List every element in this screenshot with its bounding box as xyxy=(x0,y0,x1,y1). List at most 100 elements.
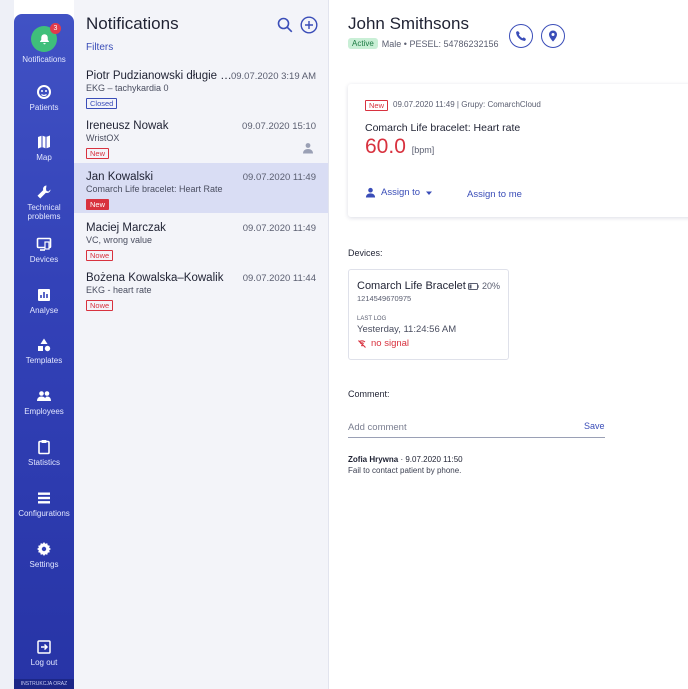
sidebar: 3 Notifications Patients Map Technical p… xyxy=(14,14,74,689)
sidebar-item-label: Settings xyxy=(29,560,59,569)
status-tag: New xyxy=(86,199,110,210)
notification-name: Piotr Pudzianowski długie n... xyxy=(86,70,236,82)
sidebar-item-technical-problems[interactable]: Technical problems xyxy=(14,184,74,221)
map-icon xyxy=(38,135,50,149)
filters-link[interactable]: Filters xyxy=(86,42,179,53)
no-signal-icon xyxy=(358,339,366,348)
sidebar-item-notifications[interactable]: 3 Notifications xyxy=(14,23,74,64)
sidebar-item-map[interactable]: Map xyxy=(14,134,74,162)
notification-desc: EKG – tachykardia 0 xyxy=(86,83,169,93)
sidebar-item-label: Notifications xyxy=(22,55,66,64)
status-tag: Closed xyxy=(86,98,118,109)
sidebar-item-settings[interactable]: Settings xyxy=(14,541,74,569)
signal-status: no signal xyxy=(357,338,409,349)
alert-card: New 09.07.2020 11:49 | Grupy: ComarchClo… xyxy=(348,84,688,217)
assigned-person-icon xyxy=(303,143,313,154)
search-icon[interactable] xyxy=(276,16,294,34)
save-comment-button[interactable]: Save xyxy=(584,421,605,431)
person-icon xyxy=(365,187,376,198)
sidebar-item-label: Technical problems xyxy=(27,203,61,221)
alert-value-number: 60.0 xyxy=(365,135,406,158)
sidebar-item-label: Analyse xyxy=(29,306,59,315)
alert-value: 60.0 [bpm] xyxy=(365,135,434,159)
patient-name: John Smithsons xyxy=(348,14,469,33)
sidebar-item-patients[interactable]: Patients xyxy=(14,84,74,112)
notification-name: Jan Kowalski xyxy=(86,171,154,183)
sidebar-item-templates[interactable]: Templates xyxy=(14,337,74,365)
employees-icon xyxy=(37,391,51,401)
location-button[interactable] xyxy=(541,24,565,48)
notification-detail-panel: John Smithsons Active Male • PESEL: 5478… xyxy=(330,0,688,689)
gear-icon xyxy=(37,542,51,556)
chevron-down-icon xyxy=(426,191,433,195)
alert-title: Comarch Life bracelet: Heart rate xyxy=(365,122,521,134)
list-icon xyxy=(38,492,50,504)
templates-icon xyxy=(38,338,51,352)
devices-icon xyxy=(36,237,52,251)
bell-icon: 3 xyxy=(31,23,61,52)
comment-text: Fail to contact patient by phone. xyxy=(348,466,462,475)
notification-name: Bożena Kowalska–Kowalik xyxy=(86,272,224,284)
assign-to-dropdown[interactable]: Assign to xyxy=(365,187,433,198)
notification-desc: EKG - heart rate xyxy=(86,285,152,295)
notification-time: 09.07.2020 11:49 xyxy=(242,172,316,183)
sidebar-item-employees[interactable]: Employees xyxy=(14,388,74,416)
devices-section-label: Devices: xyxy=(348,248,383,258)
device-card[interactable]: Comarch Life Bracelet 20% 1214549670975 … xyxy=(348,269,509,360)
notification-item[interactable]: Ireneusz Nowak WristOX New 09.07.2020 15… xyxy=(74,112,328,162)
notification-count-badge: 3 xyxy=(50,23,61,34)
logout-label: Log out xyxy=(30,658,58,667)
device-serial: 1214549670975 xyxy=(357,294,412,303)
status-tag: Nowe xyxy=(86,300,114,311)
notification-time: 09.07.2020 3:19 AM xyxy=(230,71,316,82)
comment-date: · 9.07.2020 11:50 xyxy=(400,455,463,464)
comment-input[interactable] xyxy=(348,418,605,438)
sidebar-item-analyse[interactable]: Analyse xyxy=(14,287,74,315)
sidebar-item-label: Templates xyxy=(25,356,63,365)
battery-indicator: 20% xyxy=(467,281,500,291)
notification-item[interactable]: Maciej Marczak VC, wrong value Nowe 09.0… xyxy=(74,214,328,264)
device-name: Comarch Life Bracelet xyxy=(357,280,466,292)
notification-item[interactable]: Bożena Kowalska–Kowalik EKG - heart rate… xyxy=(74,264,328,314)
add-icon[interactable] xyxy=(300,16,318,34)
status-tag: Nowe xyxy=(86,250,114,261)
analyse-icon xyxy=(38,289,50,301)
sidebar-item-label: Patients xyxy=(29,103,59,112)
patient-meta: Active Male • PESEL: 54786232156 xyxy=(348,38,499,49)
notification-item[interactable]: Piotr Pudzianowski długie n... EKG – tac… xyxy=(74,62,328,112)
page-title: Notifications xyxy=(86,14,179,33)
patients-icon xyxy=(37,85,51,99)
notification-item-selected[interactable]: Jan Kowalski Comarch Life bracelet: Hear… xyxy=(74,163,328,213)
sidebar-item-statistics[interactable]: Statistics xyxy=(14,439,74,467)
notification-name: Maciej Marczak xyxy=(86,222,166,234)
last-log-label: LAST LOG xyxy=(357,316,387,322)
notification-desc: VC, wrong value xyxy=(86,235,153,245)
logout-button[interactable]: Log out xyxy=(14,639,74,667)
notification-time: 09.07.2020 11:49 xyxy=(242,223,316,234)
location-pin-icon xyxy=(549,30,557,42)
page-background xyxy=(0,0,14,689)
assign-to-label: Assign to xyxy=(381,187,421,198)
patient-details: Male • PESEL: 54786232156 xyxy=(381,38,499,49)
signal-status-text: no signal xyxy=(371,338,410,349)
alert-meta-text: 09.07.2020 11:49 | Grupy: ComarchCloud xyxy=(393,100,541,109)
sidebar-footer-link[interactable]: INSTRUKCJA ORAZ xyxy=(14,679,74,689)
notification-time: 09.07.2020 11:44 xyxy=(242,273,316,284)
list-header-actions xyxy=(276,16,318,34)
sidebar-item-devices[interactable]: Devices xyxy=(14,236,74,264)
clipboard-icon xyxy=(38,440,50,455)
status-badge: Active xyxy=(348,38,378,49)
sidebar-item-label: Employees xyxy=(24,407,64,416)
sidebar-item-label: Devices xyxy=(29,255,59,264)
comment-author-line: Zofia Hrywna · 9.07.2020 11:50 xyxy=(348,455,463,464)
alert-meta: New 09.07.2020 11:49 | Grupy: ComarchClo… xyxy=(365,98,541,111)
assign-to-me-button[interactable]: Assign to me xyxy=(467,189,522,200)
sidebar-item-label: Map xyxy=(36,153,52,162)
sidebar-item-configurations[interactable]: Configurations xyxy=(14,490,74,518)
alert-status-tag: New xyxy=(365,100,389,111)
notification-time: 09.07.2020 15:10 xyxy=(242,121,316,132)
notification-desc: Comarch Life bracelet: Heart Rate xyxy=(86,184,223,194)
sidebar-item-label: Statistics xyxy=(27,458,60,467)
call-button[interactable] xyxy=(509,24,533,48)
phone-icon xyxy=(516,31,526,41)
